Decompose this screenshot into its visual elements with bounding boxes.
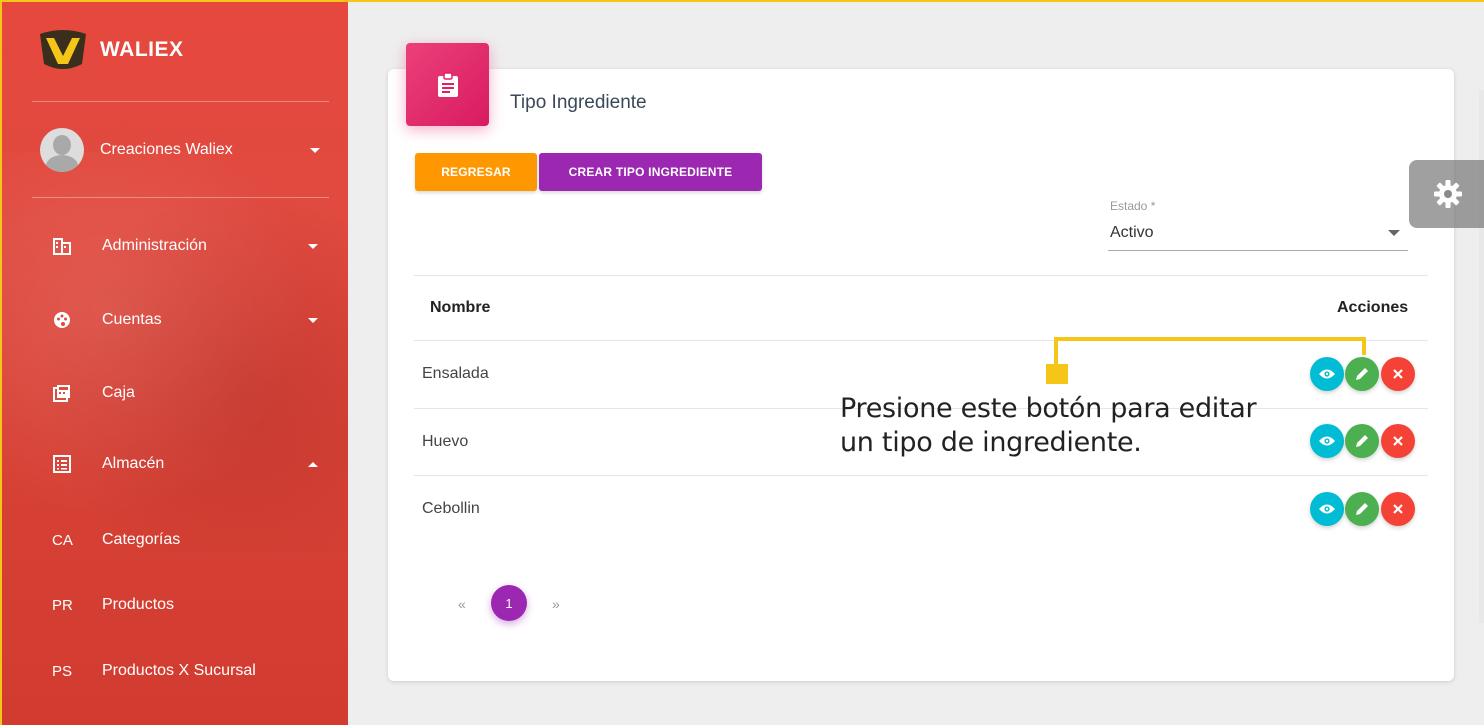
eye-icon xyxy=(1319,369,1335,379)
sidebar-item-label: Almacén xyxy=(102,455,165,472)
close-icon xyxy=(1393,504,1403,514)
close-icon xyxy=(1393,436,1403,446)
calculator-icon xyxy=(52,383,72,403)
row-nombre: Huevo xyxy=(422,433,469,450)
callout-line xyxy=(1054,337,1058,367)
sidebar-item-almacen[interactable]: Almacén xyxy=(52,454,318,474)
callout-line xyxy=(1054,337,1366,341)
sidebar-subitem-abbr: PR xyxy=(52,596,73,614)
estado-underline xyxy=(1108,250,1408,251)
user-menu[interactable]: Creaciones Waliex xyxy=(40,128,320,172)
sidebar-subitem-productos-sucursal[interactable]: PS Productos X Sucursal xyxy=(52,662,318,680)
settings-button[interactable] xyxy=(1409,160,1484,228)
edit-button[interactable] xyxy=(1345,357,1379,391)
card-header xyxy=(406,43,489,126)
sidebar-item-label: Caja xyxy=(102,384,135,401)
sidebar-item-label: Cuentas xyxy=(102,311,162,328)
row-nombre: Ensalada xyxy=(422,365,489,382)
callout-line xyxy=(1362,337,1366,355)
chevron-up-icon xyxy=(308,461,318,467)
palette-icon xyxy=(52,310,72,330)
view-button[interactable] xyxy=(1310,424,1344,458)
back-button[interactable]: REGRESAR xyxy=(415,153,537,191)
sidebar-subitem-abbr: PS xyxy=(52,662,73,680)
callout-line-1: Presione este botón para editar xyxy=(840,393,1257,424)
sidebar-item-label: Productos X Sucursal xyxy=(102,662,256,679)
pencil-icon xyxy=(1356,503,1368,515)
eye-icon xyxy=(1319,436,1335,446)
delete-button[interactable] xyxy=(1381,492,1415,526)
avatar xyxy=(40,128,84,172)
list-icon xyxy=(52,454,72,474)
sidebar-divider xyxy=(32,197,329,198)
row-nombre: Cebollin xyxy=(422,500,480,517)
sidebar-subitem-categorias[interactable]: CA Categorías xyxy=(52,531,318,549)
sidebar-subitem-productos[interactable]: PR Productos xyxy=(52,596,318,614)
pencil-icon xyxy=(1356,435,1368,447)
edit-button[interactable] xyxy=(1345,492,1379,526)
chevron-down-icon xyxy=(308,243,318,249)
sidebar: WALIEX Creaciones Waliex Administración … xyxy=(2,2,348,725)
gear-icon xyxy=(1433,180,1462,208)
column-header-nombre: Nombre xyxy=(430,299,491,316)
delete-button[interactable] xyxy=(1381,424,1415,458)
eye-icon xyxy=(1319,504,1335,514)
pencil-icon xyxy=(1356,368,1368,380)
sidebar-item-label: Categorías xyxy=(102,531,181,548)
estado-label: Estado * xyxy=(1110,199,1156,213)
sidebar-subitem-abbr: CA xyxy=(52,531,73,549)
chevron-down-icon xyxy=(310,147,320,153)
sidebar-divider xyxy=(32,101,329,102)
create-ingredient-type-button[interactable]: CREAR TIPO INGREDIENTE xyxy=(539,153,762,191)
edit-button[interactable] xyxy=(1345,424,1379,458)
callout-text: Presione este botón para editar un tipo … xyxy=(840,392,1280,460)
pagination-next[interactable]: » xyxy=(552,596,560,612)
row-divider xyxy=(414,475,1428,476)
brand[interactable]: WALIEX xyxy=(38,28,184,72)
close-icon xyxy=(1393,369,1403,379)
user-name: Creaciones Waliex xyxy=(100,141,233,158)
callout-marker xyxy=(1046,364,1068,384)
sidebar-item-caja[interactable]: Caja xyxy=(52,383,318,403)
brand-name: WALIEX xyxy=(100,38,184,61)
sidebar-item-cuentas[interactable]: Cuentas xyxy=(52,310,318,330)
view-button[interactable] xyxy=(1310,357,1344,391)
table-top-border xyxy=(414,275,1428,276)
column-header-acciones: Acciones xyxy=(1337,299,1409,316)
pagination-prev[interactable]: « xyxy=(458,596,466,612)
sidebar-item-label: Productos xyxy=(102,596,175,613)
sidebar-item-administracion[interactable]: Administración xyxy=(52,236,318,256)
delete-button[interactable] xyxy=(1381,357,1415,391)
callout-line-2: un tipo de ingrediente. xyxy=(840,427,1142,458)
pagination-page[interactable]: 1 xyxy=(491,585,527,621)
chevron-down-icon xyxy=(308,317,318,323)
estado-value: Activo xyxy=(1110,224,1154,241)
waliex-logo-icon xyxy=(40,30,86,69)
building-icon xyxy=(52,236,72,256)
page-title: Tipo Ingrediente xyxy=(510,92,647,113)
sidebar-item-label: Administración xyxy=(102,237,207,254)
view-button[interactable] xyxy=(1310,492,1344,526)
dropdown-arrow-icon xyxy=(1388,230,1400,236)
clipboard-icon xyxy=(437,71,458,97)
